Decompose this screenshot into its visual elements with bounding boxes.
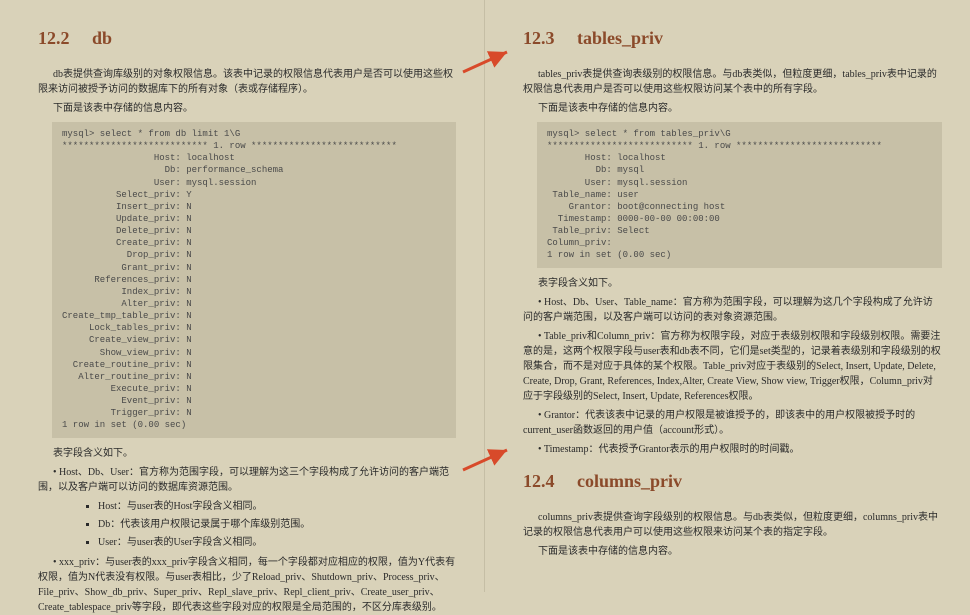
list-item: Db：代表该用户权限记录属于哪个库级别范围。 xyxy=(98,517,456,533)
document-container: 12.2 db db表提供查询库级别的对象权限信息。该表中记录的权限信息代表用户… xyxy=(0,0,970,592)
paragraph: • Table_priv和Column_priv：官方称为权限字段，对应于表级别… xyxy=(523,329,942,404)
section-heading-12-2: 12.2 db xyxy=(38,28,456,49)
paragraph: 表字段含义如下。 xyxy=(38,446,456,461)
paragraph: 表字段含义如下。 xyxy=(523,276,942,291)
paragraph: db表提供查询库级别的对象权限信息。该表中记录的权限信息代表用户是否可以使用这些… xyxy=(38,67,456,97)
heading-number: 12.4 xyxy=(523,471,555,491)
code-block-tables-priv: mysql> select * from tables_priv\G *****… xyxy=(537,122,942,268)
heading-number: 12.3 xyxy=(523,28,555,48)
paragraph: 下面是该表中存储的信息内容。 xyxy=(523,544,942,559)
heading-text: tables_priv xyxy=(577,28,663,48)
paragraph: • Timestamp：代表授予Grantor表示的用户权限时的时间戳。 xyxy=(523,442,942,457)
page-left: 12.2 db db表提供查询库级别的对象权限信息。该表中记录的权限信息代表用户… xyxy=(0,0,485,592)
bullet-list: Host：与user表的Host字段含义相同。 Db：代表该用户权限记录属于哪个… xyxy=(58,499,456,551)
list-item: User：与user表的User字段含义相同。 xyxy=(98,535,456,551)
heading-text: db xyxy=(92,28,112,48)
section-heading-12-3: 12.3 tables_priv xyxy=(523,28,942,49)
heading-text: columns_priv xyxy=(577,471,682,491)
code-block-db: mysql> select * from db limit 1\G ******… xyxy=(52,122,456,438)
paragraph: • Host、Db、User、Table_name：官方称为范围字段，可以理解为… xyxy=(523,295,942,325)
section-heading-12-4: 12.4 columns_priv xyxy=(523,471,942,492)
paragraph: tables_priv表提供查询表级别的权限信息。与db表类似，但粒度更细，ta… xyxy=(523,67,942,97)
page-right: 12.3 tables_priv tables_priv表提供查询表级别的权限信… xyxy=(485,0,970,592)
paragraph: 下面是该表中存储的信息内容。 xyxy=(523,101,942,116)
paragraph: • xxx_priv：与user表的xxx_priv字段含义相同，每一个字段都对… xyxy=(38,555,456,615)
list-item: Host：与user表的Host字段含义相同。 xyxy=(98,499,456,515)
heading-number: 12.2 xyxy=(38,28,70,48)
paragraph: 下面是该表中存储的信息内容。 xyxy=(38,101,456,116)
paragraph: • Grantor：代表该表中记录的用户权限是被谁授予的，即该表中的用户权限被授… xyxy=(523,408,942,438)
paragraph: • Host、Db、User：官方称为范围字段，可以理解为这三个字段构成了允许访… xyxy=(38,465,456,495)
paragraph: columns_priv表提供查询字段级别的权限信息。与db表类似，但粒度更细，… xyxy=(523,510,942,540)
